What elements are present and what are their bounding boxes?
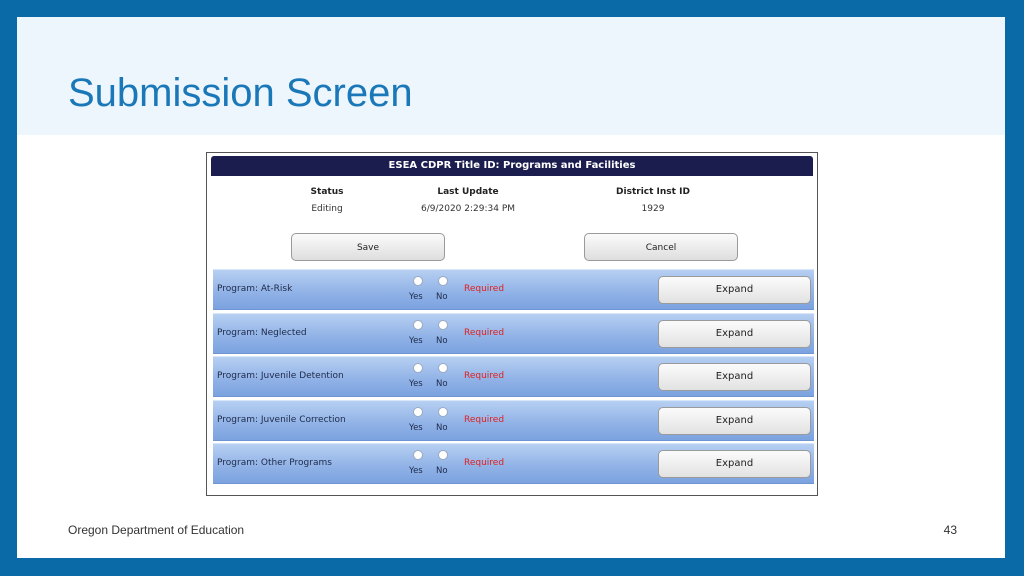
program-list: Program: At-Risk Yes No Required Expand … (213, 269, 814, 487)
last-update-label: Last Update (437, 187, 499, 197)
required-indicator: Required (464, 371, 505, 381)
page-number: 43 (943, 523, 957, 537)
no-label: No (436, 335, 448, 346)
expand-button[interactable]: Expand (658, 319, 811, 348)
program-row-juvenile-detention: Program: Juvenile Detention Yes No Requi… (213, 356, 814, 397)
no-radio[interactable] (438, 406, 448, 417)
app-title: ESEA CDPR Title ID: Programs and Facilit… (211, 156, 813, 176)
no-label: No (436, 379, 448, 389)
expand-button[interactable]: Expand (658, 450, 811, 478)
no-label: No (436, 292, 448, 302)
yes-label: Yes (409, 292, 423, 302)
no-label: No (436, 422, 448, 433)
no-radio[interactable] (438, 450, 448, 460)
district-label: District Inst ID (616, 187, 690, 197)
app-window: ESEA CDPR Title ID: Programs and Facilit… (206, 152, 818, 496)
program-row-neglected: Program: Neglected Yes No Required Expan… (213, 312, 814, 354)
district-info: District Inst ID 1929 (563, 187, 743, 214)
yes-radio[interactable] (413, 450, 423, 460)
required-indicator: Required (464, 327, 505, 338)
program-label: Program: Juvenile Detention (217, 371, 344, 381)
program-label: Program: Neglected (217, 327, 307, 338)
slide: Submission Screen ESEA CDPR Title ID: Pr… (17, 17, 1005, 558)
program-row-other-programs: Program: Other Programs Yes No Required … (213, 443, 814, 484)
footer-organization: Oregon Department of Education (68, 523, 245, 537)
slide-title: Submission Screen (68, 71, 413, 115)
program-label: Program: Other Programs (217, 458, 332, 468)
required-indicator: Required (464, 284, 505, 294)
no-label: No (436, 466, 448, 476)
save-button[interactable]: Save (291, 233, 445, 261)
expand-button[interactable]: Expand (658, 406, 811, 435)
program-label: Program: Juvenile Correction (217, 414, 346, 425)
last-update-info: Last Update 6/9/2020 2:29:34 PM (378, 187, 558, 214)
yes-label: Yes (409, 466, 423, 476)
expand-button[interactable]: Expand (658, 363, 811, 391)
yes-label: Yes (409, 335, 423, 346)
required-indicator: Required (464, 458, 505, 468)
district-value: 1929 (641, 204, 665, 214)
cancel-button[interactable]: Cancel (584, 233, 738, 261)
yes-radio[interactable] (413, 276, 423, 286)
no-radio[interactable] (438, 363, 448, 373)
no-radio[interactable] (438, 276, 448, 286)
yes-radio[interactable] (413, 406, 423, 417)
yes-radio[interactable] (413, 319, 423, 330)
last-update-value: 6/9/2020 2:29:34 PM (420, 204, 516, 214)
expand-button[interactable]: Expand (658, 276, 811, 304)
yes-radio[interactable] (413, 363, 423, 373)
yes-label: Yes (409, 379, 423, 389)
slide-header: Submission Screen (17, 17, 1005, 135)
yes-label: Yes (409, 422, 423, 433)
required-indicator: Required (464, 414, 505, 425)
program-label: Program: At-Risk (217, 284, 293, 294)
no-radio[interactable] (438, 319, 448, 330)
program-row-juvenile-correction: Program: Juvenile Correction Yes No Requ… (213, 399, 814, 441)
program-row-at-risk: Program: At-Risk Yes No Required Expand (213, 269, 814, 310)
